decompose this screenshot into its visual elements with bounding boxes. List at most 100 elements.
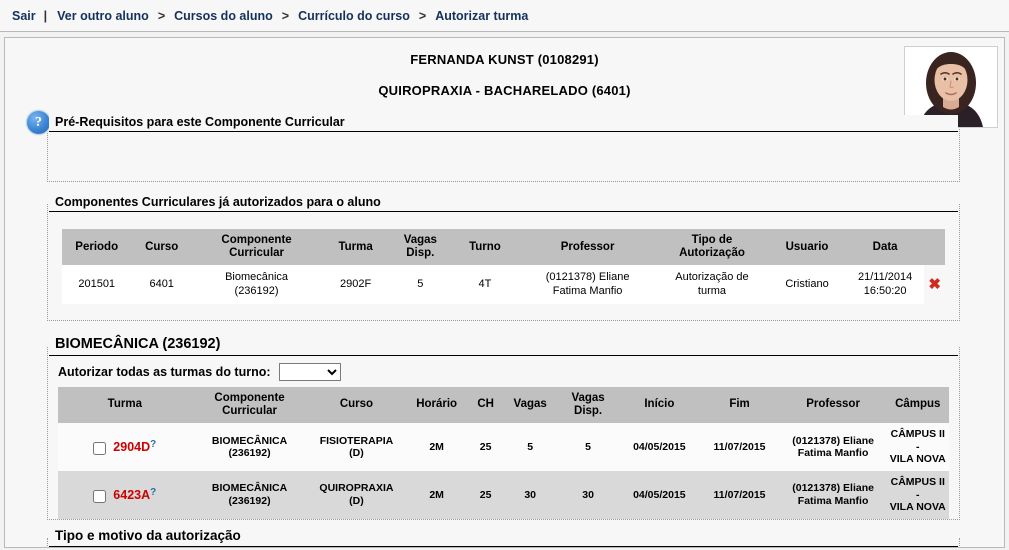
turma-link-2904D[interactable]: 2904D xyxy=(113,440,150,454)
cell-turno: 4T xyxy=(450,265,520,304)
table-row: 201501 6401 Biomecânica (236192) 2902F 5 … xyxy=(62,265,945,304)
cell-ch: 25 xyxy=(467,471,504,519)
column-header-vagas: Vagas xyxy=(503,386,557,424)
column-header-turma: Turma xyxy=(58,386,192,424)
cell-curso: FISIOTERAPIA (D) xyxy=(307,423,406,472)
cell-inicio: 04/05/2015 xyxy=(619,423,700,472)
authorization-type-title-text: Tipo e motivo da autorização xyxy=(55,527,241,543)
delete-x-icon[interactable]: ✖ xyxy=(924,265,945,303)
column-header-data: Data xyxy=(845,229,925,266)
authorized-components-title-text: Componentes Curriculares já autorizados … xyxy=(55,195,385,209)
cell-periodo: 201501 xyxy=(62,265,132,304)
cell-curso: 6401 xyxy=(131,265,192,304)
main-panel: ? FERNANDA KUNST (0108291) QUIROPRAXIA -… xyxy=(4,37,1005,548)
turma-link-6423A[interactable]: 6423A xyxy=(113,488,150,502)
cell-horario: 2M xyxy=(405,423,468,472)
cell-turma: 2904D? xyxy=(58,423,192,472)
breadcrumb-separator: > xyxy=(281,8,290,23)
column-header-inicio: Início xyxy=(619,386,700,424)
cell-campus: CÂMPUS II - VILA NOVA xyxy=(886,423,949,472)
cell-curso: QUIROPRAXIA (D) xyxy=(307,471,406,519)
prerequisites-section: Pré-Requisitos para este Componente Curr… xyxy=(47,115,960,182)
table-header-row: Periodo Curso Componente Curricular Turma… xyxy=(62,229,945,266)
cell-vagas: 5 xyxy=(503,423,557,472)
cell-turma: 2902F xyxy=(321,265,391,304)
breadcrumb-separator: > xyxy=(418,8,427,23)
authorized-components-table: Periodo Curso Componente Curricular Turma… xyxy=(62,229,945,304)
table-row: 6423A? BIOMECÂNICA (236192) QUIROPRAXIA (D… xyxy=(58,471,949,519)
breadcrumb-exit-link[interactable]: Sair xyxy=(12,9,36,23)
cell-componente: BIOMECÂNICA (236192) xyxy=(191,471,308,519)
component-section-body: Autorizar todas as turmas do turno: Turm… xyxy=(48,362,959,519)
breadcrumb-item-autorizar-turma[interactable]: Autorizar turma xyxy=(435,9,528,23)
column-header-curso: Curso xyxy=(307,386,406,424)
help-question-icon[interactable]: ? xyxy=(26,110,51,135)
column-header-usuario: Usuario xyxy=(768,229,846,266)
cell-fim: 11/07/2015 xyxy=(699,423,780,472)
class-checkbox-2904D[interactable] xyxy=(93,442,107,456)
turma-help-icon[interactable]: ? xyxy=(150,487,156,498)
cell-componente: BIOMECÂNICA (236192) xyxy=(191,423,308,472)
column-header-ch: CH xyxy=(467,386,504,424)
authorized-components-body: Periodo Curso Componente Curricular Turma… xyxy=(48,221,959,310)
cell-professor: (0121378) Eliane Fatima Manfio xyxy=(779,423,887,472)
cell-vagas-disp: 5 xyxy=(556,423,620,472)
column-header-campus: Câmpus xyxy=(886,386,949,424)
table-row: 2904D? BIOMECÂNICA (236192) FISIOTERAPIA(… xyxy=(58,423,949,472)
column-header-componente: Componente Curricular xyxy=(191,386,308,424)
cell-data: 21/11/2014 16:50:20 xyxy=(845,265,925,304)
turno-select[interactable] xyxy=(278,362,341,381)
authorized-components-section: Componentes Curriculares já autorizados … xyxy=(47,195,960,321)
column-header-fim: Fim xyxy=(699,386,780,424)
breadcrumb-item-ver-outro-aluno[interactable]: Ver outro aluno xyxy=(57,9,149,23)
cell-componente: Biomecânica (236192) xyxy=(191,265,322,304)
breadcrumb-item-cursos-do-aluno[interactable]: Cursos do aluno xyxy=(174,9,273,23)
column-header-periodo: Periodo xyxy=(62,229,132,266)
column-header-professor: Professor xyxy=(519,229,656,266)
authorized-components-section-title: Componentes Curriculares já autorizados … xyxy=(49,195,958,212)
prerequisites-title-text: Pré-Requisitos para este Componente Curr… xyxy=(55,115,349,129)
cell-vagas-disp: 30 xyxy=(556,471,620,519)
component-classes-section: BIOMECÂNICA (236192) Autorizar todas as … xyxy=(47,335,960,520)
authorization-type-section: Tipo e motivo da autorização xyxy=(47,527,960,547)
cell-ch: 25 xyxy=(467,423,504,472)
column-header-professor: Professor xyxy=(779,386,887,424)
authorize-all-label: Autorizar todas as turmas do turno: xyxy=(58,364,271,379)
prerequisites-section-title: Pré-Requisitos para este Componente Curr… xyxy=(49,115,958,132)
classes-table: Turma Componente Curricular Curso Horário… xyxy=(58,386,949,519)
column-header-componente: Componente Curricular xyxy=(191,229,322,266)
component-section-title: BIOMECÂNICA (236192) xyxy=(49,335,958,356)
class-checkbox-6423A[interactable] xyxy=(93,489,107,503)
cell-turma: 6423A? xyxy=(58,471,192,519)
cell-tipo-autorizacao: Autorização de turma xyxy=(655,265,769,304)
column-header-horario: Horário xyxy=(405,386,468,424)
column-header-actions xyxy=(924,229,945,266)
column-header-turma: Turma xyxy=(321,229,391,266)
breadcrumb-pipe: | xyxy=(43,8,48,23)
cell-vagas: 30 xyxy=(503,471,557,519)
page-title-student: FERNANDA KUNST (0108291) xyxy=(410,52,599,67)
cell-campus: CÂMPUS II - VILA NOVA xyxy=(886,471,949,519)
cell-usuario: Cristiano xyxy=(768,265,846,304)
authorize-all-row: Autorizar todas as turmas do turno: xyxy=(58,362,949,387)
column-header-tipo-autorizacao: Tipo de Autorização xyxy=(655,229,769,266)
cell-fim: 11/07/2015 xyxy=(699,471,780,519)
cell-vagas-disp: 5 xyxy=(390,265,451,304)
breadcrumb: Sair | Ver outro aluno > Cursos do aluno… xyxy=(0,0,1009,32)
column-header-turno: Turno xyxy=(450,229,520,266)
component-title-text: BIOMECÂNICA (236192) xyxy=(55,335,221,352)
cell-professor: (0121378) Eliane Fatima Manfio xyxy=(779,471,887,519)
page-title-course: QUIROPRAXIA - BACHARELADO (6401) xyxy=(378,83,631,98)
breadcrumb-separator: > xyxy=(157,8,166,23)
turma-help-icon[interactable]: ? xyxy=(150,439,156,450)
table-header-row: Turma Componente Curricular Curso Horário… xyxy=(58,386,949,424)
cell-inicio: 04/05/2015 xyxy=(619,471,700,519)
column-header-vagas-disp: Vagas Disp. xyxy=(390,229,451,266)
cell-horario: 2M xyxy=(405,471,468,519)
prerequisites-content xyxy=(48,141,959,175)
column-header-curso: Curso xyxy=(131,229,192,266)
cell-professor: (0121378) Eliane Fatima Manfio xyxy=(519,265,656,304)
authorization-type-section-title: Tipo e motivo da autorização xyxy=(49,527,958,547)
column-header-vagas-disp: Vagas Disp. xyxy=(556,386,620,424)
breadcrumb-item-curriculo-do-curso[interactable]: Currículo do curso xyxy=(298,9,410,23)
